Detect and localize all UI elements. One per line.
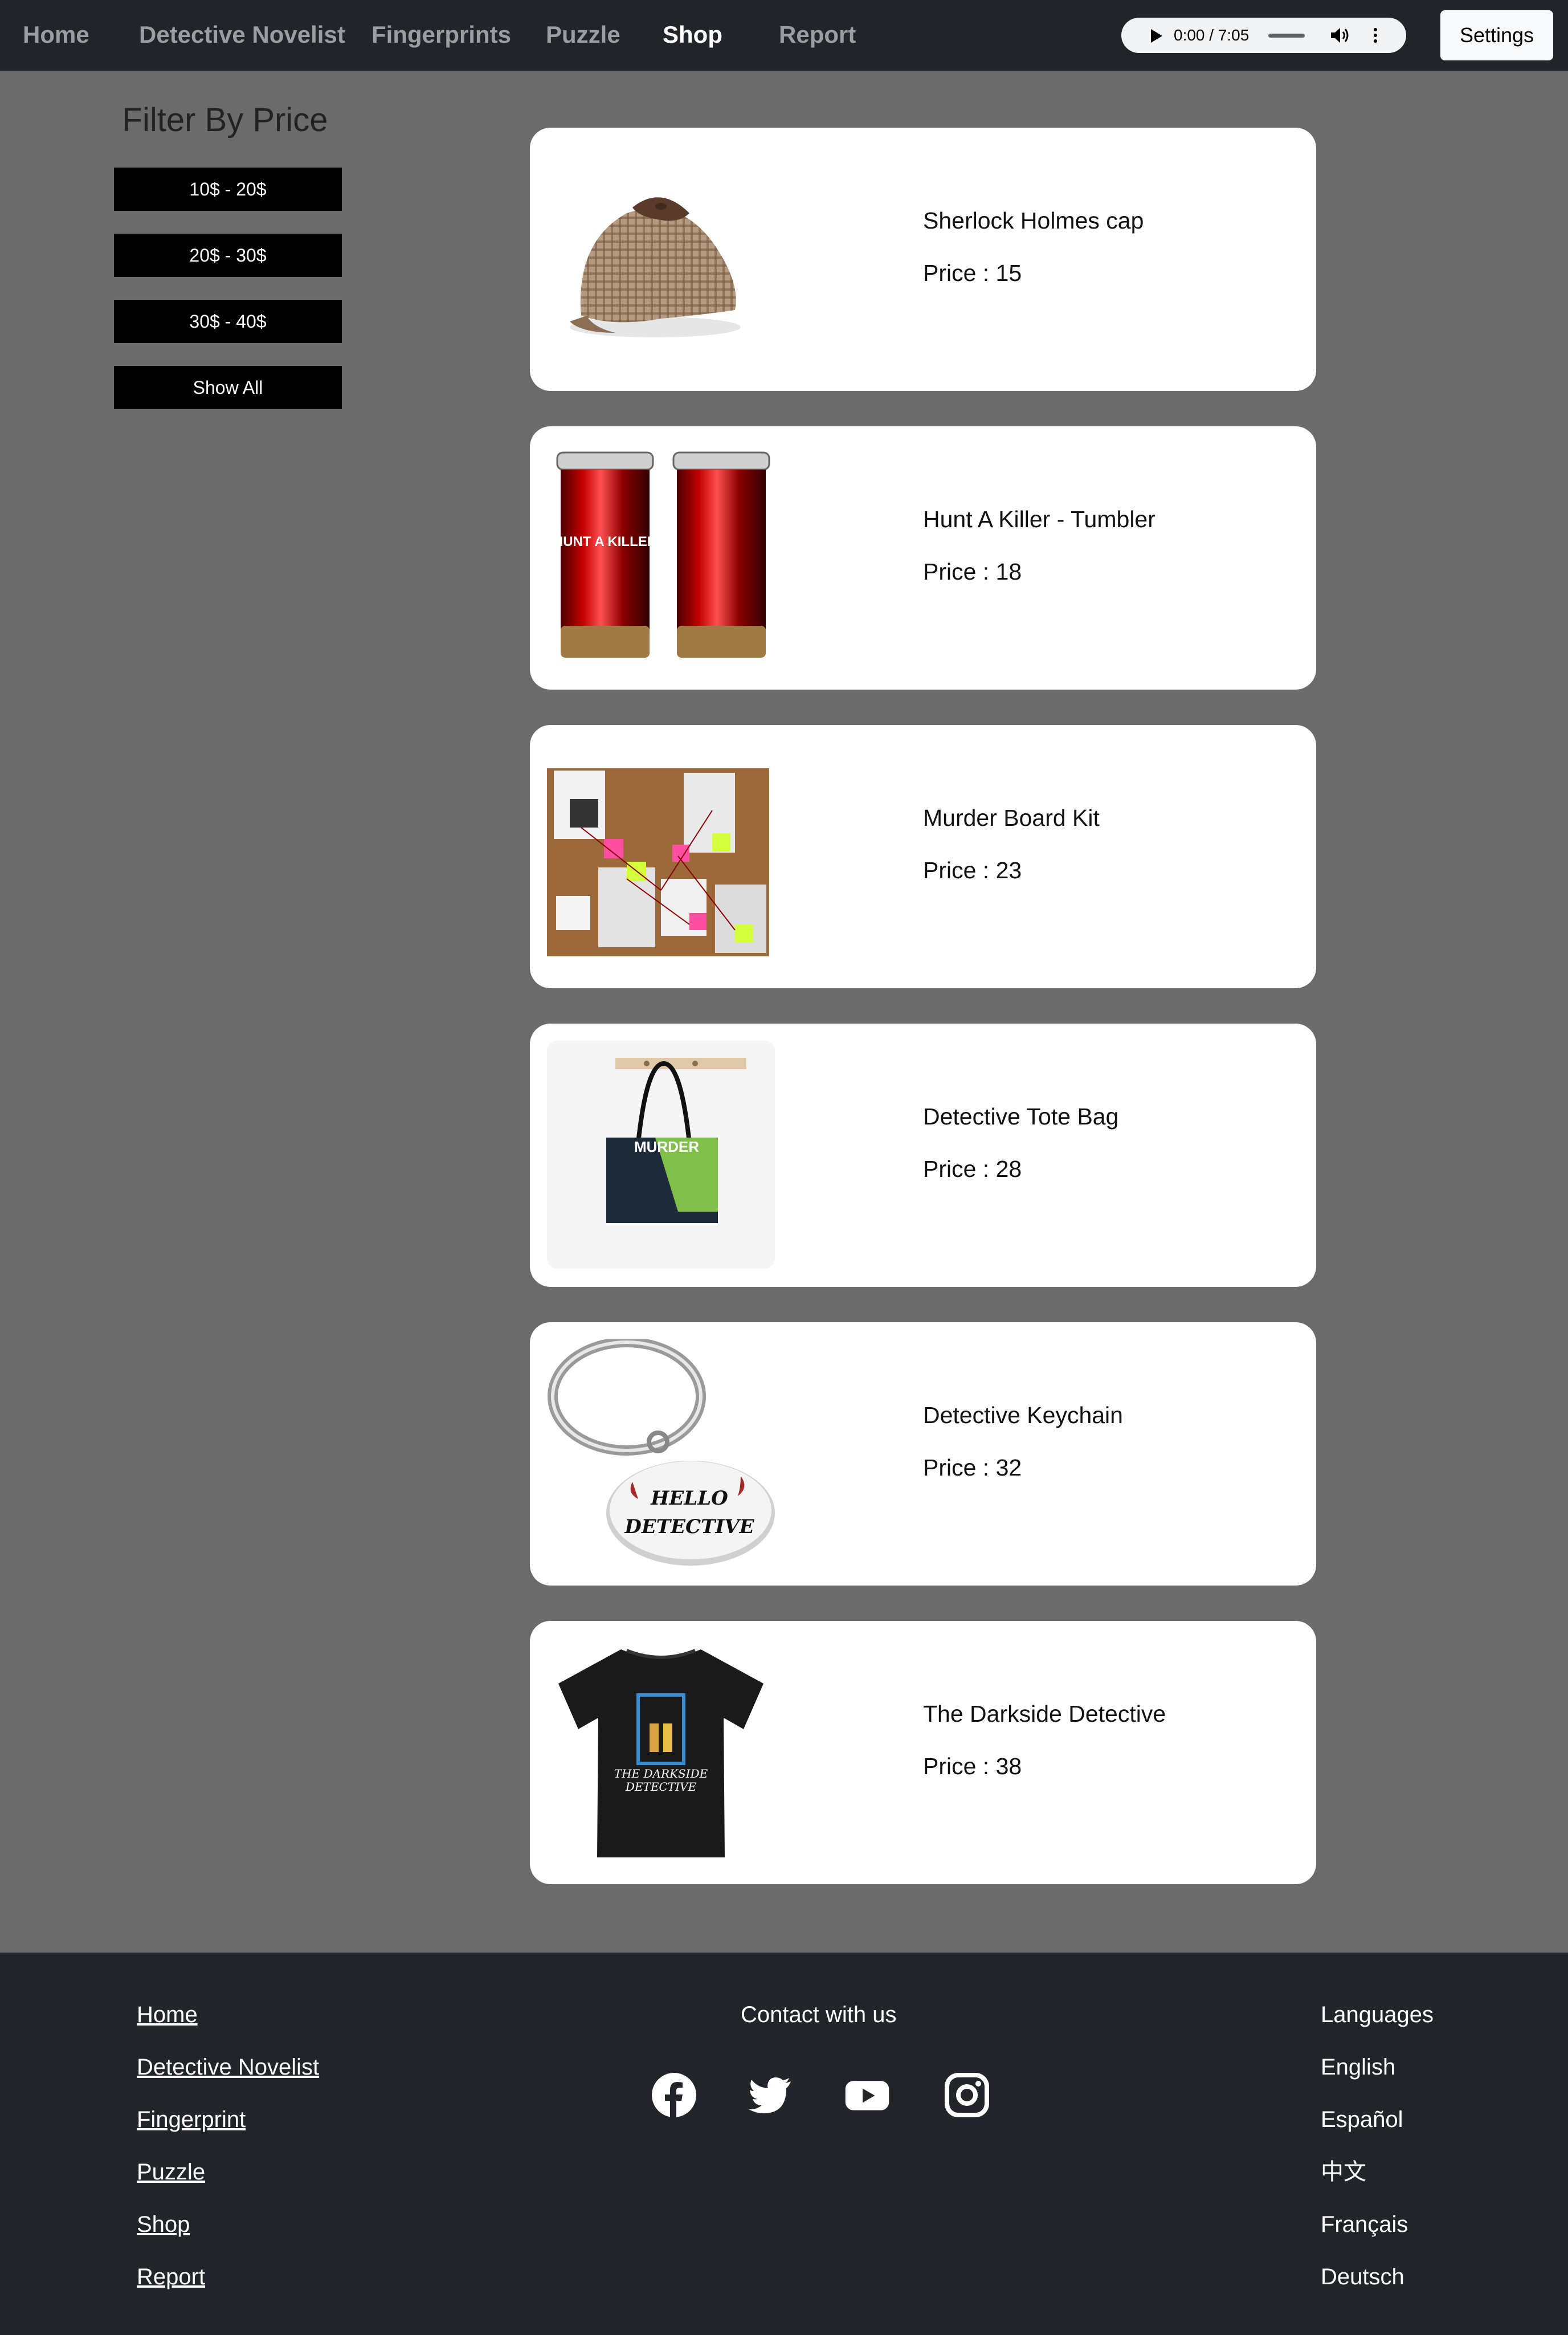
product-price: Price : 23 (923, 857, 1022, 883)
tshirt-text-darkside: THE DARKSIDE (614, 1767, 708, 1780)
nav-shop-link[interactable]: Shop (663, 21, 722, 49)
tote-bag-image: MURDER (547, 1041, 775, 1269)
audio-player: 0:00 / 7:05 (1121, 18, 1406, 53)
product-card: HELLO DETECTIVE Detective Keychain Price… (530, 1322, 1316, 1586)
product-card: Murder Board Kit Price : 23 (530, 725, 1316, 988)
keychain-text-detective: DETECTIVE (624, 1515, 754, 1538)
facebook-icon[interactable] (651, 2072, 697, 2118)
play-icon[interactable] (1151, 29, 1162, 43)
youtube-icon[interactable] (844, 2072, 890, 2118)
product-name: Detective Tote Bag (923, 1103, 1119, 1130)
footer-link-shop[interactable]: Shop (137, 2210, 190, 2239)
footer-link-fingerprint[interactable]: Fingerprint (137, 2105, 246, 2134)
filter-30-40-button[interactable]: 30$ - 40$ (114, 300, 342, 343)
footer-link-detective-novelist[interactable]: Detective Novelist (137, 2053, 319, 2081)
footer-link-puzzle[interactable]: Puzzle (137, 2158, 205, 2186)
more-options-icon[interactable] (1372, 27, 1379, 44)
nav-detective-novelist-link[interactable]: Detective Novelist (139, 21, 345, 49)
settings-button[interactable]: Settings (1440, 10, 1553, 60)
product-name: The Darkside Detective (923, 1701, 1166, 1727)
product-name: Murder Board Kit (923, 805, 1100, 831)
product-card: HUNT A KILLER Hunt A Killer - Tumbler Pr… (530, 426, 1316, 690)
language-english[interactable]: English (1321, 2053, 1395, 2081)
product-price: Price : 18 (923, 559, 1022, 585)
filter-10-20-button[interactable]: 10$ - 20$ (114, 168, 342, 211)
footer-link-home[interactable]: Home (137, 2000, 198, 2029)
language-german[interactable]: Deutsch (1321, 2263, 1404, 2291)
keychain-text-hello: HELLO (650, 1487, 728, 1510)
product-price: Price : 15 (923, 260, 1022, 286)
nav-home-link[interactable]: Home (23, 21, 89, 49)
language-spanish[interactable]: Español (1321, 2105, 1403, 2134)
product-name: Hunt A Killer - Tumbler (923, 506, 1155, 532)
tumbler-label: HUNT A KILLER (553, 534, 657, 549)
product-name: Sherlock Holmes cap (923, 207, 1144, 234)
red-tumblers-image: HUNT A KILLER (553, 451, 770, 658)
languages-title: Languages (1321, 2002, 1434, 2027)
footer-link-report[interactable]: Report (137, 2263, 205, 2291)
nav-report-link[interactable]: Report (779, 21, 856, 49)
language-chinese[interactable]: 中文 (1321, 2158, 1366, 2186)
product-price: Price : 32 (923, 1454, 1022, 1481)
product-price: Price : 28 (923, 1156, 1022, 1182)
audio-time: 0:00 / 7:05 (1174, 26, 1250, 44)
twitter-icon[interactable] (748, 2072, 793, 2118)
tote-bag-label: MURDER (634, 1138, 699, 1155)
deerstalker-cap-image (570, 197, 741, 337)
product-card: MURDER Detective Tote Bag Price : 28 (530, 1024, 1316, 1287)
product-price: Price : 38 (923, 1753, 1022, 1779)
product-card: THE DARKSIDE DETECTIVE The Darkside Dete… (530, 1621, 1316, 1884)
language-french[interactable]: Français (1321, 2210, 1408, 2239)
product-card: Sherlock Holmes cap Price : 15 (530, 128, 1316, 391)
instagram-icon[interactable] (944, 2072, 990, 2118)
volume-icon[interactable] (1330, 27, 1350, 44)
product-name: Detective Keychain (923, 1402, 1123, 1428)
filter-20-30-button[interactable]: 20$ - 30$ (114, 234, 342, 277)
murder-board-image (547, 768, 769, 956)
nav-puzzle-link[interactable]: Puzzle (546, 21, 620, 49)
filter-show-all-button[interactable]: Show All (114, 366, 342, 409)
tshirt-text-detective: DETECTIVE (625, 1780, 697, 1794)
contact-title: Contact with us (741, 2002, 897, 2027)
audio-progress-track[interactable] (1268, 34, 1305, 38)
keychain-image: HELLO DETECTIVE (548, 1339, 775, 1566)
nav-fingerprints-link[interactable]: Fingerprints (371, 21, 511, 49)
top-navbar: Home Detective Novelist Fingerprints Puz… (0, 0, 1568, 71)
tshirt-image: THE DARKSIDE DETECTIVE (558, 1649, 763, 1857)
filter-title: Filter By Price (122, 101, 328, 138)
